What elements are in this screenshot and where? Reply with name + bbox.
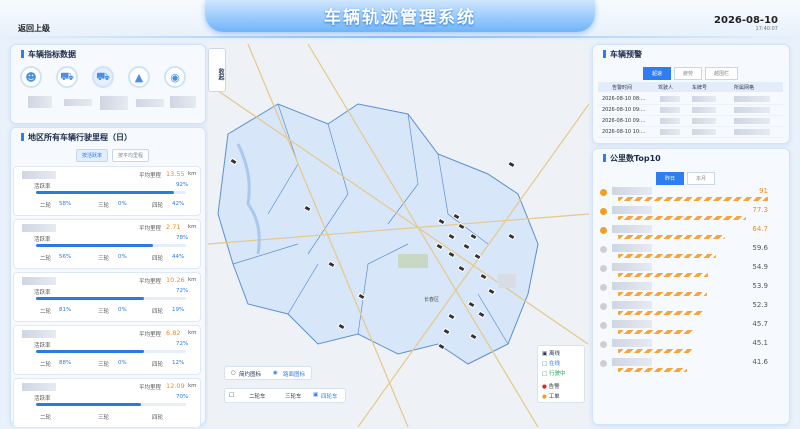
warning-row[interactable]: 2026-08-10 10:... — [598, 127, 783, 138]
mileage-bar — [618, 349, 692, 353]
active-rate-bar — [36, 191, 186, 194]
metric-values-redacted — [20, 96, 200, 114]
rank-badge-icon — [600, 189, 607, 196]
warning-tabs: 超速 疲劳 越围栏 — [643, 67, 739, 80]
rank-badge-icon — [600, 246, 607, 253]
sedan-icon[interactable]: ⛟ — [92, 66, 114, 88]
mileage-card[interactable]: 平均里程 13.55 km 活跃率 92% 二轮 58% 三轮 0% 四轮 42% — [13, 166, 201, 216]
page-title: 车辆轨迹管理系统 — [324, 8, 476, 28]
chat-icon[interactable]: ◉ — [164, 66, 186, 88]
top10-row[interactable]: 41.6 — [598, 357, 784, 376]
vehicle-metrics-title: 车辆指标数据 — [21, 49, 76, 60]
filter-3wheel[interactable]: 三轮车 — [285, 392, 302, 400]
top10-title: 公里数Top10 — [603, 153, 661, 164]
active-rate-bar — [36, 403, 186, 406]
back-button[interactable]: 返回上级 — [18, 23, 50, 34]
mileage-bar — [618, 368, 687, 372]
top10-row[interactable]: 52.3 — [598, 300, 784, 319]
legend-driving[interactable]: □ 行驶中 — [542, 369, 565, 377]
mileage-bar — [618, 292, 707, 296]
top10-tabs: 昨日 本月 — [656, 172, 716, 185]
area-name-redacted — [22, 277, 56, 285]
mileage-card[interactable]: 平均里程 10.26 km 活跃率 72% 二轮 81% 三轮 0% 四轮 19% — [13, 272, 201, 322]
legend-offline[interactable]: ▣ 离线 — [542, 349, 560, 357]
active-rate-bar — [36, 350, 186, 353]
radio-road-icon[interactable]: ◉ — [273, 370, 278, 376]
warning-row[interactable]: 2026-08-10 09:... — [598, 105, 783, 116]
top10-row[interactable]: 77.3 — [598, 205, 784, 224]
area-name-redacted — [22, 383, 56, 391]
top10-row[interactable]: 59.6 — [598, 243, 784, 262]
mileage-bar — [618, 330, 693, 334]
rank-badge-icon — [600, 303, 607, 310]
mileage-bar — [618, 311, 704, 315]
tab-fence[interactable]: 越围栏 — [705, 67, 739, 80]
mileage-card[interactable]: 平均里程 6.82 km 活跃率 72% 二轮 88% 三轮 0% 四轮 12% — [13, 325, 201, 375]
mileage-title: 地区所有车辆行驶里程（日） — [21, 132, 132, 143]
tab-fatigue[interactable]: 疲劳 — [674, 67, 703, 80]
top10-row[interactable]: 45.1 — [598, 338, 784, 357]
metric-icons: ☻ ⛟ ⛟ ▲ ◉ — [20, 66, 186, 88]
date-display: 2026-08-10 — [714, 15, 778, 26]
basemap-selector: ○ 简约图标 ◉ 路面图标 — [224, 366, 312, 380]
tab-month[interactable]: 本月 — [687, 172, 716, 185]
active-rate-bar — [36, 297, 186, 300]
district-label: 长春区 — [424, 297, 440, 303]
top10-row[interactable]: 45.7 — [598, 319, 784, 338]
top10-row[interactable]: 54.9 — [598, 262, 784, 281]
header-divider — [0, 36, 800, 38]
area-name-redacted — [22, 330, 56, 338]
mileage-bar — [618, 235, 725, 239]
warning-table-header: 告警时间 驾驶人 车牌号 所属网格 — [598, 82, 783, 92]
rank-badge-icon — [600, 360, 607, 367]
person-icon[interactable]: ☻ — [20, 66, 42, 88]
top10-row[interactable]: 64.7 — [598, 224, 784, 243]
active-rate-bar — [36, 244, 186, 247]
filter-2wheel[interactable]: 二轮车 — [249, 392, 266, 400]
filter-4wheel[interactable]: 四轮车 — [321, 392, 338, 400]
status-legend: ▣ 离线 □ 在线 □ 行驶中 ● 告警 ● 工单 — [537, 345, 585, 403]
tab-yesterday[interactable]: 昨日 — [656, 172, 685, 185]
time-display: 17:40:07 — [755, 26, 778, 32]
warning-title: 车辆预警 — [603, 49, 642, 60]
tab-speeding[interactable]: 超速 — [643, 67, 672, 80]
mileage-tabs: 按活跃率 按平均里程 — [76, 149, 150, 162]
mileage-card[interactable]: 平均里程 12.09 km 活跃率 70% 二轮 三轮 四轮 — [13, 378, 201, 428]
top10-row[interactable]: 53.9 — [598, 281, 784, 300]
rank-badge-icon — [600, 322, 607, 329]
basemap-road[interactable]: 路面图标 — [283, 370, 305, 378]
mileage-card[interactable]: 平均里程 2.71 km 活跃率 78% 二轮 56% 三轮 0% 四轮 44% — [13, 219, 201, 269]
mileage-bar — [618, 273, 708, 277]
rank-badge-icon — [600, 265, 607, 272]
tab-by-avg[interactable]: 按平均里程 — [112, 149, 150, 162]
legend-online[interactable]: □ 在线 — [542, 359, 560, 367]
area-name-redacted — [22, 224, 56, 232]
radio-simple-icon[interactable]: ○ — [231, 370, 236, 376]
warning-row[interactable]: 2026-08-10 08:... — [598, 94, 783, 105]
rank-badge-icon — [600, 341, 607, 348]
collapse-button[interactable]: 收起 — [208, 48, 226, 92]
top10-row[interactable]: 91 — [598, 186, 784, 205]
mileage-bar — [618, 254, 716, 258]
legend-alarm[interactable]: ● 告警 — [542, 382, 560, 390]
legend-workorder[interactable]: ● 工单 — [542, 392, 560, 400]
rank-badge-icon — [600, 208, 607, 215]
mileage-bar — [618, 197, 768, 201]
vehicle-type-filter: □ 二轮车 三轮车 ▣ 四轮车 — [224, 388, 346, 403]
basemap-simple[interactable]: 简约图标 — [239, 370, 261, 378]
car-icon[interactable]: ⛟ — [56, 66, 78, 88]
barrier-icon[interactable]: ▲ — [128, 66, 150, 88]
checkbox-4wheel-icon[interactable]: ▣ — [313, 392, 318, 398]
warning-row[interactable]: 2026-08-10 09:... — [598, 116, 783, 127]
area-name-redacted — [22, 171, 56, 179]
rank-badge-icon — [600, 227, 607, 234]
rank-badge-icon — [600, 284, 607, 291]
mileage-bar — [618, 216, 746, 220]
checkbox-2wheel-icon[interactable]: □ — [229, 392, 234, 398]
tab-by-active[interactable]: 按活跃率 — [76, 149, 109, 162]
